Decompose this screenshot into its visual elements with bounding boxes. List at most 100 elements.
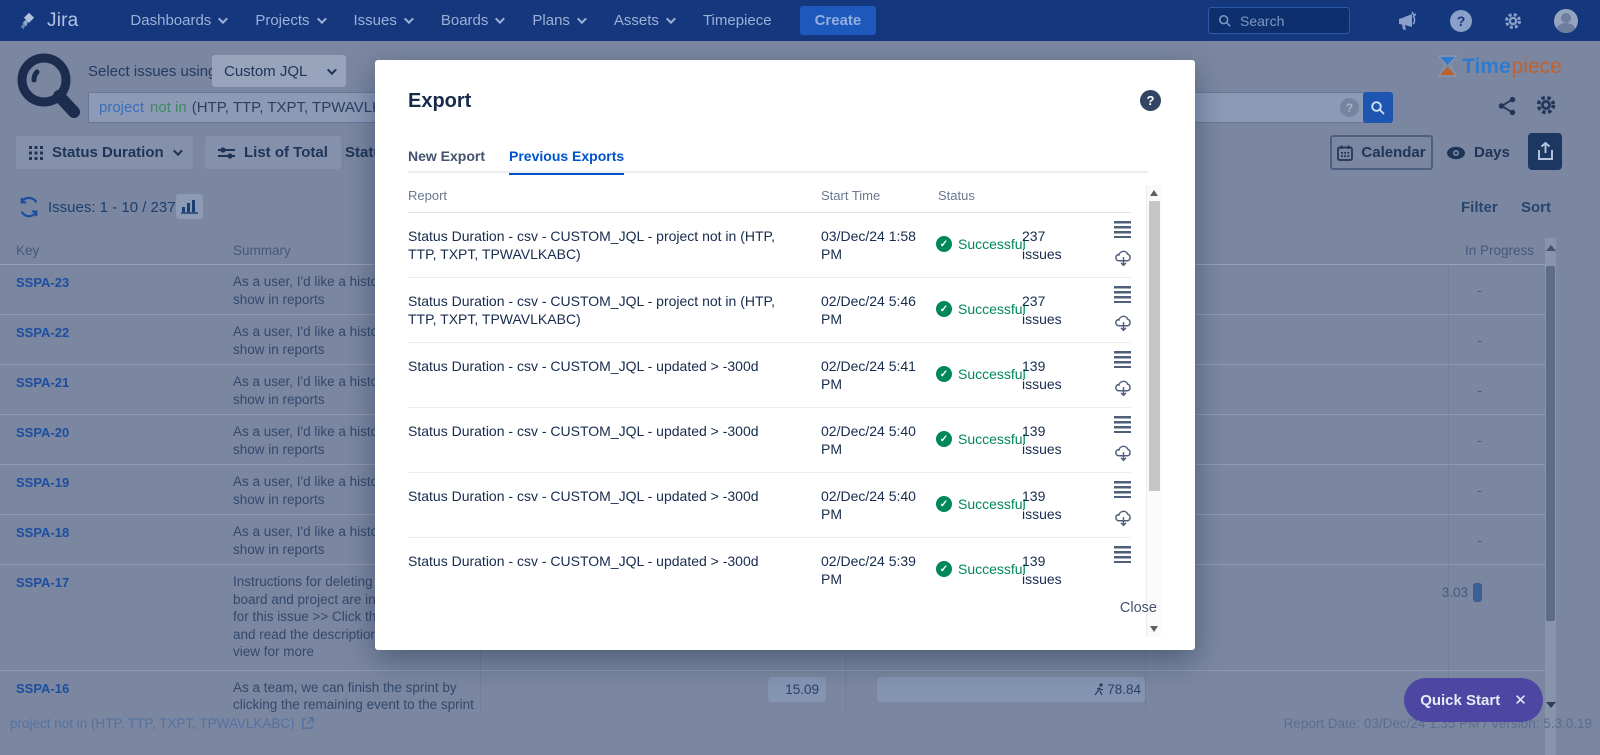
nav-item-timepiece[interactable]: Timepiece [703,12,772,29]
modal-scroll-up-arrow[interactable] [1150,190,1158,196]
export-status: ✓Successful [936,301,1026,317]
scroll-up-arrow[interactable] [1546,245,1556,251]
settings-gear-icon[interactable] [1502,10,1524,32]
nav-search-placeholder: Search [1240,13,1284,29]
issue-summary: Instructions for deleting thboard and pr… [233,573,393,661]
export-log-menu-icon[interactable] [1114,351,1132,368]
cloud-download-icon[interactable] [1112,442,1132,469]
select-issues-label: Select issues using [88,63,216,80]
issue-key-link[interactable]: SSPA-21 [16,375,69,390]
modal-scrollbar-track[interactable] [1146,185,1161,637]
issue-key-link[interactable]: SSPA-18 [16,525,69,540]
export-row-actions [1108,286,1131,339]
timepiece-brand: Timepiece [1437,54,1562,79]
quick-start-close-icon[interactable]: ✕ [1514,691,1527,709]
export-report-name: Status Duration - csv - CUSTOM_JQL - pro… [408,292,798,328]
issue-key-link[interactable]: SSPA-23 [16,275,69,290]
issue-key-link[interactable]: SSPA-22 [16,325,69,340]
issue-summary: As a user, I'd like a historicshow in re… [233,473,392,508]
top-navbar: Jira Dashboards Projects Issues Boards Plans… [0,0,1600,41]
nav-item-boards[interactable]: Boards [441,12,503,29]
page-scrollbar-thumb[interactable] [1546,266,1555,621]
sort-button[interactable]: Sort [1521,199,1551,216]
help-icon[interactable]: ? [1450,10,1472,32]
nav-item-plans[interactable]: Plans [532,12,584,29]
issue-summary: As a user, I'd like a historicshow in re… [233,373,392,408]
days-toggle-button[interactable]: Days [1446,135,1510,170]
quick-start-button[interactable]: Quick Start ✕ [1404,678,1543,722]
issue-summary: As a user, I'd like a historicshow in re… [233,273,392,308]
nav-item-dashboards[interactable]: Dashboards [130,12,225,29]
chart-view-icon[interactable] [176,194,203,219]
jql-help-icon[interactable]: ? [1340,98,1359,117]
close-button[interactable]: Close [1120,600,1157,616]
modal-help-icon[interactable]: ? [1140,90,1161,111]
success-check-icon: ✓ [936,561,952,577]
export-log-menu-icon[interactable] [1114,481,1132,498]
refresh-icon[interactable] [18,196,40,223]
duration-mini-bar [1473,583,1482,602]
status-label: Successful [958,366,1026,382]
issue-summary: As a user, I'd like a historicshow in re… [233,523,392,558]
issue-key-link[interactable]: SSPA-17 [16,575,69,590]
nav-menu: Dashboards Projects Issues Boards Plans Asset… [130,12,771,29]
nav-item-projects[interactable]: Projects [255,12,323,29]
nav-item-issues[interactable]: Issues [354,12,411,29]
export-start-time: 02/Dec/24 5:40 PM [821,422,923,458]
nav-search-input[interactable]: Search [1208,7,1350,34]
search-icon [1218,14,1232,28]
filter-button[interactable]: Filter [1461,199,1498,216]
in-progress-value: - [1478,433,1483,448]
modal-scroll-down-arrow[interactable] [1150,626,1158,632]
export-log-menu-icon[interactable] [1114,221,1132,238]
scroll-down-arrow[interactable] [1546,702,1556,708]
tab-previous-exports[interactable]: Previous Exports [509,148,624,175]
export-log-menu-icon[interactable] [1114,286,1132,303]
export-log-menu-icon[interactable] [1114,416,1132,433]
issue-key-link[interactable]: SSPA-16 [16,681,69,696]
duration-value-badge: 15.09 [768,677,826,702]
calendar-icon [1337,145,1353,161]
user-avatar[interactable] [1554,9,1578,33]
report-type-dropdown[interactable]: Status Duration [16,136,193,169]
nav-item-assets[interactable]: Assets [614,12,673,29]
jql-search-button[interactable] [1363,92,1393,123]
sprint-runner-icon [1093,683,1105,696]
export-row-actions [1108,416,1131,469]
chevron-down-icon [404,14,414,24]
cloud-download-icon[interactable] [1112,507,1132,534]
cloud-download-icon[interactable] [1112,247,1132,274]
share-icon[interactable] [1496,95,1518,122]
export-status: ✓Successful [936,236,1026,252]
announcements-icon[interactable] [1396,10,1420,32]
export-status: ✓Successful [936,561,1026,577]
table-row: SSPA-16As a team, we can finish the spri… [0,671,1545,713]
issue-summary: As a user, I'd like a historicshow in re… [233,323,392,358]
issue-key-link[interactable]: SSPA-20 [16,425,69,440]
export-log-menu-icon[interactable] [1114,546,1132,563]
column-header-in-progress[interactable]: In Progress [1465,243,1534,258]
export-issue-count: 139issues [1022,552,1070,588]
list-of-total-button[interactable]: List of Total [205,136,341,169]
cloud-download-icon[interactable] [1112,312,1132,339]
create-button[interactable]: Create [800,6,877,35]
cloud-download-icon[interactable] [1112,377,1132,404]
jira-logo-icon [18,10,40,32]
jira-logo[interactable]: Jira [18,10,78,32]
footer-jql-link[interactable]: project not in (HTP, TTP, TXPT, TPWAVLKA… [10,716,314,731]
issue-key-link[interactable]: SSPA-19 [16,475,69,490]
calendar-button[interactable]: Calendar [1330,135,1433,170]
chevron-down-icon [577,14,587,24]
modal-scrollbar-thumb[interactable] [1149,201,1160,491]
tab-new-export[interactable]: New Export [408,148,485,175]
export-issue-count: 237issues [1022,292,1070,328]
success-check-icon: ✓ [936,366,952,382]
column-header-summary[interactable]: Summary [233,243,291,258]
report-settings-gear-icon[interactable] [1534,93,1558,122]
jql-mode-select[interactable]: Custom JQL [212,55,346,87]
export-row: Status Duration - csv - CUSTOM_JQL - upd… [408,473,1131,538]
export-row: Status Duration - csv - CUSTOM_JQL - upd… [408,538,1131,575]
column-header-key[interactable]: Key [16,243,39,258]
chevron-down-icon [495,14,505,24]
export-button[interactable] [1528,133,1562,170]
